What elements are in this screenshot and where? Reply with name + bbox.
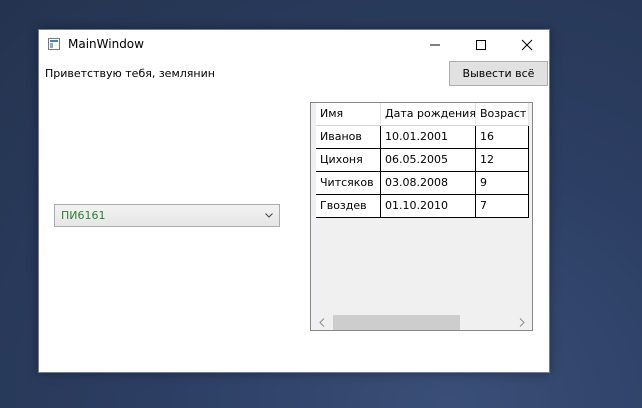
table-cell[interactable]: 01.10.2010 — [381, 195, 476, 218]
title-bar[interactable]: MainWindow — [39, 30, 549, 60]
close-icon — [521, 39, 533, 51]
maximize-icon — [476, 40, 486, 50]
window-app-icon — [48, 38, 60, 50]
table-cell[interactable]: Гвоздев — [316, 195, 381, 218]
table-cell[interactable]: Цихоня — [316, 149, 381, 172]
table-cell[interactable]: 06.05.2005 — [381, 149, 476, 172]
maximize-button[interactable] — [458, 30, 504, 60]
show-all-button[interactable]: Вывести всё — [449, 61, 548, 86]
chevron-down-icon — [265, 213, 273, 218]
combobox-selected-value: ПИ6161 — [61, 209, 106, 222]
table-cell[interactable]: 10.01.2001 — [381, 126, 476, 149]
column-header-birthdate[interactable]: Дата рождения — [381, 103, 476, 126]
minimize-button[interactable] — [412, 30, 458, 60]
chevron-right-icon[interactable] — [519, 318, 525, 327]
close-button[interactable] — [504, 30, 550, 60]
table-cell[interactable]: 03.08.2008 — [381, 172, 476, 195]
group-combobox[interactable]: ПИ6161 — [54, 204, 280, 227]
column-header-name[interactable]: Имя — [316, 103, 381, 126]
table-cell[interactable]: 12 — [476, 149, 529, 172]
students-datagrid[interactable]: Имя Дата рождения Возраст Иванов 10.01.2… — [310, 102, 533, 331]
table-cell[interactable]: Иванов — [316, 126, 381, 149]
window-title: MainWindow — [68, 37, 144, 51]
column-header-age[interactable]: Возраст — [476, 103, 529, 126]
main-window: MainWindow Приветствую тебя, землянин Вы… — [38, 29, 550, 373]
horizontal-scrollbar[interactable] — [311, 314, 532, 330]
table-cell[interactable]: 16 — [476, 126, 529, 149]
chevron-left-icon[interactable] — [319, 318, 325, 327]
scrollbar-thumb[interactable] — [333, 315, 460, 330]
table-cell[interactable]: Читсяков — [316, 172, 381, 195]
greeting-label: Приветствую тебя, землянин — [45, 67, 215, 80]
table-cell[interactable]: 9 — [476, 172, 529, 195]
minimize-icon — [430, 44, 440, 46]
table-cell[interactable]: 7 — [476, 195, 529, 218]
